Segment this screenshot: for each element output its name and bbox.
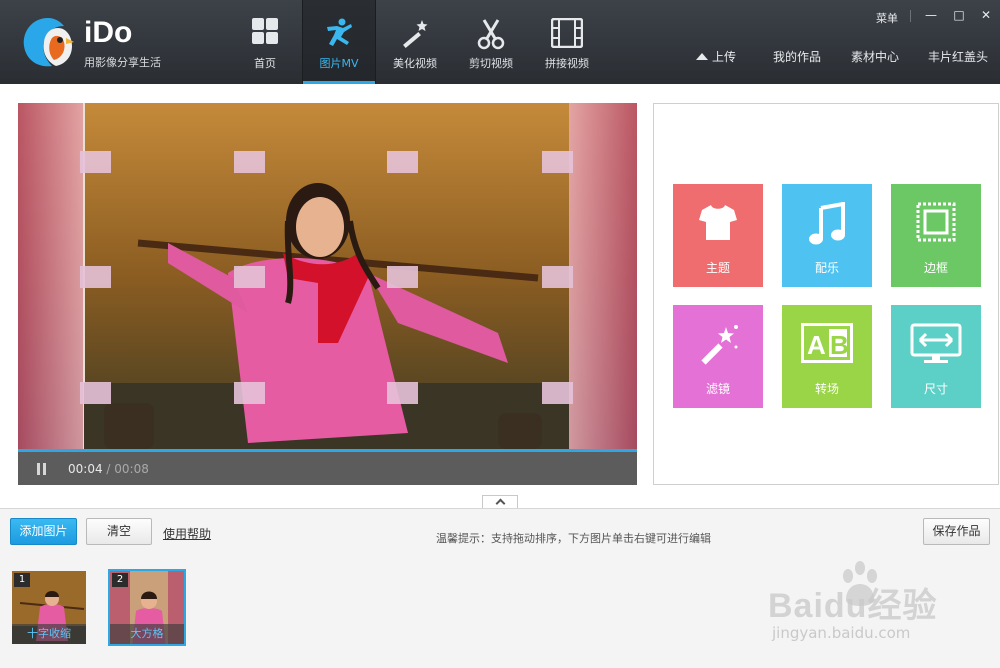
menu-button[interactable]: 菜单	[876, 10, 898, 26]
menu-separator	[910, 10, 911, 22]
tool-border-button[interactable]: 边框	[891, 184, 981, 287]
svg-text:A: A	[807, 330, 826, 360]
tool-filter-label: 滤镜	[705, 382, 730, 396]
thumbnail-2-number: 2	[112, 573, 128, 587]
svg-text:B: B	[830, 330, 849, 360]
video-preview[interactable]	[18, 103, 637, 449]
total-time: 00:08	[114, 462, 149, 476]
music-note-icon	[809, 202, 845, 245]
expand-panel-button[interactable]	[482, 495, 518, 509]
tab-beautify-video-label: 美化视频	[393, 57, 437, 70]
tool-size-label: 尺寸	[923, 382, 948, 396]
film-strip-icon	[551, 18, 583, 48]
frame-icon	[916, 202, 956, 242]
running-figure-icon	[327, 18, 352, 46]
player-controls: 00:04 / 00:08	[18, 452, 637, 485]
thumbnail-1-label: 十字收缩	[12, 624, 86, 644]
close-button[interactable]: ✕	[977, 7, 995, 23]
clear-button[interactable]: 清空	[86, 518, 152, 545]
preview-photo	[18, 103, 637, 449]
user-name-link[interactable]: 丰片红盖头	[928, 48, 988, 65]
maximize-button[interactable]: □	[950, 7, 968, 23]
main-area: 00:04 / 00:08 主题 配乐 边框 滤镜 A B 转场 尺寸	[0, 84, 1000, 508]
upload-label: 上传	[712, 50, 737, 64]
tab-join-video-label: 拼接视频	[545, 57, 589, 70]
monitor-resize-icon	[910, 323, 962, 363]
material-center-link[interactable]: 素材中心	[851, 48, 899, 65]
tab-join-video[interactable]: 拼接视频	[530, 0, 604, 84]
watermark-text: Baidu经验	[768, 587, 938, 625]
tool-filter-button[interactable]: 滤镜	[673, 305, 763, 408]
tab-beautify-video[interactable]: 美化视频	[378, 0, 452, 84]
tip-text: 温馨提示：支持拖动排序，下方图片单击右键可进行编辑	[436, 532, 711, 545]
tab-home[interactable]: 首页	[228, 0, 302, 84]
tool-theme-label: 主题	[705, 261, 730, 275]
upload-link[interactable]: 上传	[696, 48, 736, 65]
tshirt-icon	[699, 205, 737, 240]
thumbnail-1[interactable]: 1 十字收缩	[10, 569, 88, 646]
title-bar: iDo 用影像分享生活 首页 图片MV 美化视频 剪切视频 拼接视频 菜单 — …	[0, 0, 1000, 84]
ido-logo-icon	[23, 18, 74, 67]
tool-transition-button[interactable]: A B 转场	[782, 305, 872, 408]
time-separator: /	[102, 462, 115, 476]
tool-size-button[interactable]: 尺寸	[891, 305, 981, 408]
ab-transition-icon: A B	[801, 323, 853, 363]
app-brand: iDo	[84, 16, 133, 49]
tool-transition-label: 转场	[814, 382, 839, 396]
home-grid-icon	[252, 18, 278, 44]
add-photo-button[interactable]: 添加图片	[10, 518, 77, 545]
save-button[interactable]: 保存作品	[923, 518, 990, 545]
my-works-link[interactable]: 我的作品	[773, 48, 821, 65]
watermark-url: jingyan.baidu.com	[772, 624, 911, 642]
tools-panel: 主题 配乐 边框 滤镜 A B 转场 尺寸	[653, 103, 999, 485]
scissors-icon	[477, 19, 505, 50]
thumbnail-2[interactable]: 2 大方格	[108, 569, 186, 646]
current-time: 00:04	[68, 462, 103, 476]
thumbnail-1-number: 1	[14, 573, 30, 587]
pause-icon[interactable]	[37, 463, 47, 475]
time-readout: 00:04 / 00:08	[68, 462, 149, 476]
minimize-button[interactable]: —	[922, 7, 940, 23]
thumbnail-2-label: 大方格	[110, 624, 184, 644]
tab-cut-video[interactable]: 剪切视频	[454, 0, 528, 84]
tab-cut-video-label: 剪切视频	[469, 57, 513, 70]
upload-arrow-icon	[696, 53, 708, 60]
tab-photo-mv[interactable]: 图片MV	[302, 0, 376, 84]
tool-theme-button[interactable]: 主题	[673, 184, 763, 287]
magic-wand-icon	[403, 20, 428, 48]
filter-wand-icon	[701, 325, 738, 365]
help-link[interactable]: 使用帮助	[163, 525, 211, 542]
tool-music-button[interactable]: 配乐	[782, 184, 872, 287]
tab-home-label: 首页	[254, 57, 276, 70]
app-slogan: 用影像分享生活	[84, 56, 161, 69]
tool-border-label: 边框	[923, 261, 948, 275]
tab-photo-mv-label: 图片MV	[319, 57, 359, 70]
tool-music-label: 配乐	[814, 261, 839, 275]
